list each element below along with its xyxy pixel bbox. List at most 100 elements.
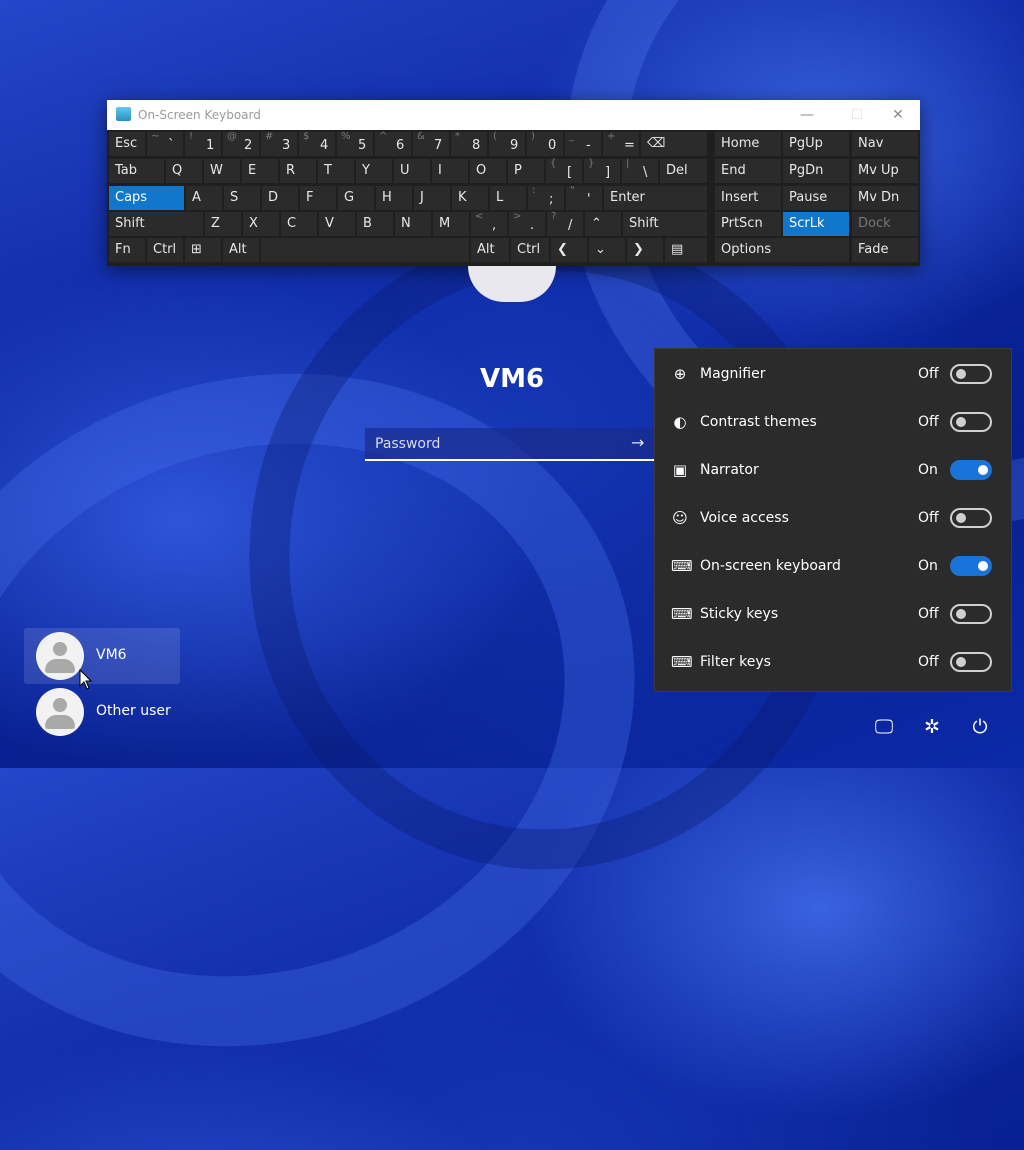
key[interactable]: Caps <box>109 186 184 210</box>
toggle-switch[interactable] <box>950 652 992 672</box>
maximize-button[interactable]: ☐ <box>842 105 872 125</box>
password-input[interactable] <box>373 435 617 453</box>
key[interactable]: I <box>432 159 468 183</box>
network-icon[interactable]: 🖵 <box>871 714 897 740</box>
key[interactable]: M <box>433 212 469 236</box>
accessibility-item[interactable]: ☺ Voice access Off <box>655 495 1011 543</box>
toggle-switch[interactable] <box>950 364 992 384</box>
key[interactable]: Fn <box>109 238 145 262</box>
key[interactable]: C <box>281 212 317 236</box>
key[interactable]: :; <box>528 185 564 210</box>
key[interactable]: F <box>300 186 336 210</box>
key[interactable]: ! 1 <box>185 131 221 156</box>
key[interactable]: J <box>414 186 450 210</box>
accessibility-item[interactable]: ⊕ Magnifier Off <box>655 351 1011 399</box>
key[interactable]: & 7 <box>413 131 449 156</box>
key[interactable]: K <box>452 186 488 210</box>
key[interactable]: ⌄ <box>589 238 625 262</box>
key[interactable]: ⌃ <box>585 212 621 236</box>
key[interactable]: Esc <box>109 132 145 156</box>
key[interactable]: ) 0 <box>527 131 563 156</box>
accessibility-item[interactable]: ◐ Contrast themes Off <box>655 399 1011 447</box>
key[interactable]: A <box>186 186 222 210</box>
key[interactable]: Shift <box>623 212 707 236</box>
key[interactable]: B <box>357 212 393 236</box>
key[interactable]: ~ ` <box>147 131 183 156</box>
nav-key[interactable]: Mv Up <box>852 159 918 183</box>
key[interactable]: | \ <box>622 158 658 183</box>
key[interactable]: X <box>243 212 279 236</box>
arrow-right-icon[interactable]: → <box>631 433 644 452</box>
key[interactable]: V <box>319 212 355 236</box>
nav-key[interactable]: PgUp <box>783 132 849 156</box>
key[interactable]: ❮ <box>551 238 587 262</box>
nav-key[interactable]: PgDn <box>783 159 849 183</box>
key[interactable]: W <box>204 159 240 183</box>
key[interactable]: G <box>338 186 374 210</box>
key[interactable]: U <box>394 159 430 183</box>
key[interactable]: ⊞ <box>185 238 221 262</box>
toggle-switch[interactable] <box>950 508 992 528</box>
accessibility-icon[interactable]: ✲ <box>919 714 945 740</box>
key[interactable]: ⌫ <box>641 132 707 156</box>
power-icon[interactable]: ⏻ <box>967 714 993 740</box>
key[interactable]: T <box>318 159 354 183</box>
toggle-switch[interactable] <box>950 604 992 624</box>
nav-key[interactable]: End <box>715 159 781 183</box>
key[interactable]: @2 <box>223 131 259 156</box>
key[interactable]: R <box>280 159 316 183</box>
accessibility-item[interactable]: ⌨ On-screen keyboard On <box>655 543 1011 591</box>
nav-key[interactable]: Nav <box>852 132 918 156</box>
key[interactable]: Del <box>660 159 707 183</box>
toggle-switch[interactable] <box>950 460 992 480</box>
minimize-button[interactable]: — <box>792 105 822 125</box>
key[interactable]: N <box>395 212 431 236</box>
osk-title-bar[interactable]: On-Screen Keyboard — ☐ ✕ <box>107 100 920 130</box>
key[interactable]: Q <box>166 159 202 183</box>
accessibility-item[interactable]: ⌨ Filter keys Off <box>655 639 1011 687</box>
key[interactable]: H <box>376 186 412 210</box>
key[interactable]: Alt <box>223 238 259 262</box>
accessibility-item[interactable]: ▣ Narrator On <box>655 447 1011 495</box>
key[interactable]: Enter <box>604 186 707 210</box>
key[interactable]: ? / <box>547 211 583 236</box>
accessibility-item[interactable]: ⌨ Sticky keys Off <box>655 591 1011 639</box>
key[interactable]: $4 <box>299 131 335 156</box>
key[interactable]: * 8 <box>451 131 487 156</box>
key[interactable]: D <box>262 186 298 210</box>
user-tile-vm6[interactable]: VM6 <box>24 628 180 684</box>
key[interactable]: Z <box>205 212 241 236</box>
key[interactable]: }] <box>584 158 620 183</box>
close-button[interactable]: ✕ <box>883 105 913 125</box>
toggle-switch[interactable] <box>950 412 992 432</box>
key[interactable]: Tab <box>109 159 164 183</box>
key[interactable]: <, <box>471 211 507 236</box>
nav-key[interactable]: Fade <box>852 238 918 262</box>
nav-key[interactable]: ScrLk <box>783 212 849 236</box>
key[interactable]: {[ <box>546 158 582 183</box>
key[interactable]: Alt <box>471 238 509 262</box>
nav-key[interactable]: Insert <box>715 186 781 210</box>
user-tile-other[interactable]: Other user <box>24 684 180 740</box>
key[interactable]: ^ 6 <box>375 131 411 156</box>
key[interactable]: Y <box>356 159 392 183</box>
key[interactable]: >. <box>509 211 545 236</box>
key[interactable]: E <box>242 159 278 183</box>
key[interactable]: P <box>508 159 544 183</box>
key[interactable]: ▤ <box>665 238 707 262</box>
password-field[interactable]: → <box>365 428 655 461</box>
nav-key[interactable]: Dock <box>852 212 918 236</box>
nav-key[interactable]: PrtScn <box>715 212 781 236</box>
toggle-switch[interactable] <box>950 556 992 576</box>
key[interactable]: (9 <box>489 131 525 156</box>
key[interactable]: Ctrl <box>147 238 183 262</box>
nav-key[interactable]: Home <box>715 132 781 156</box>
key[interactable]: _ - <box>565 131 601 156</box>
key[interactable]: ❯ <box>627 238 663 262</box>
nav-key[interactable]: Pause <box>783 186 849 210</box>
key[interactable] <box>261 238 469 262</box>
key[interactable]: % 5 <box>337 131 373 156</box>
key[interactable]: " ' <box>566 185 602 210</box>
key[interactable]: S <box>224 186 260 210</box>
key[interactable]: + = <box>603 131 639 156</box>
